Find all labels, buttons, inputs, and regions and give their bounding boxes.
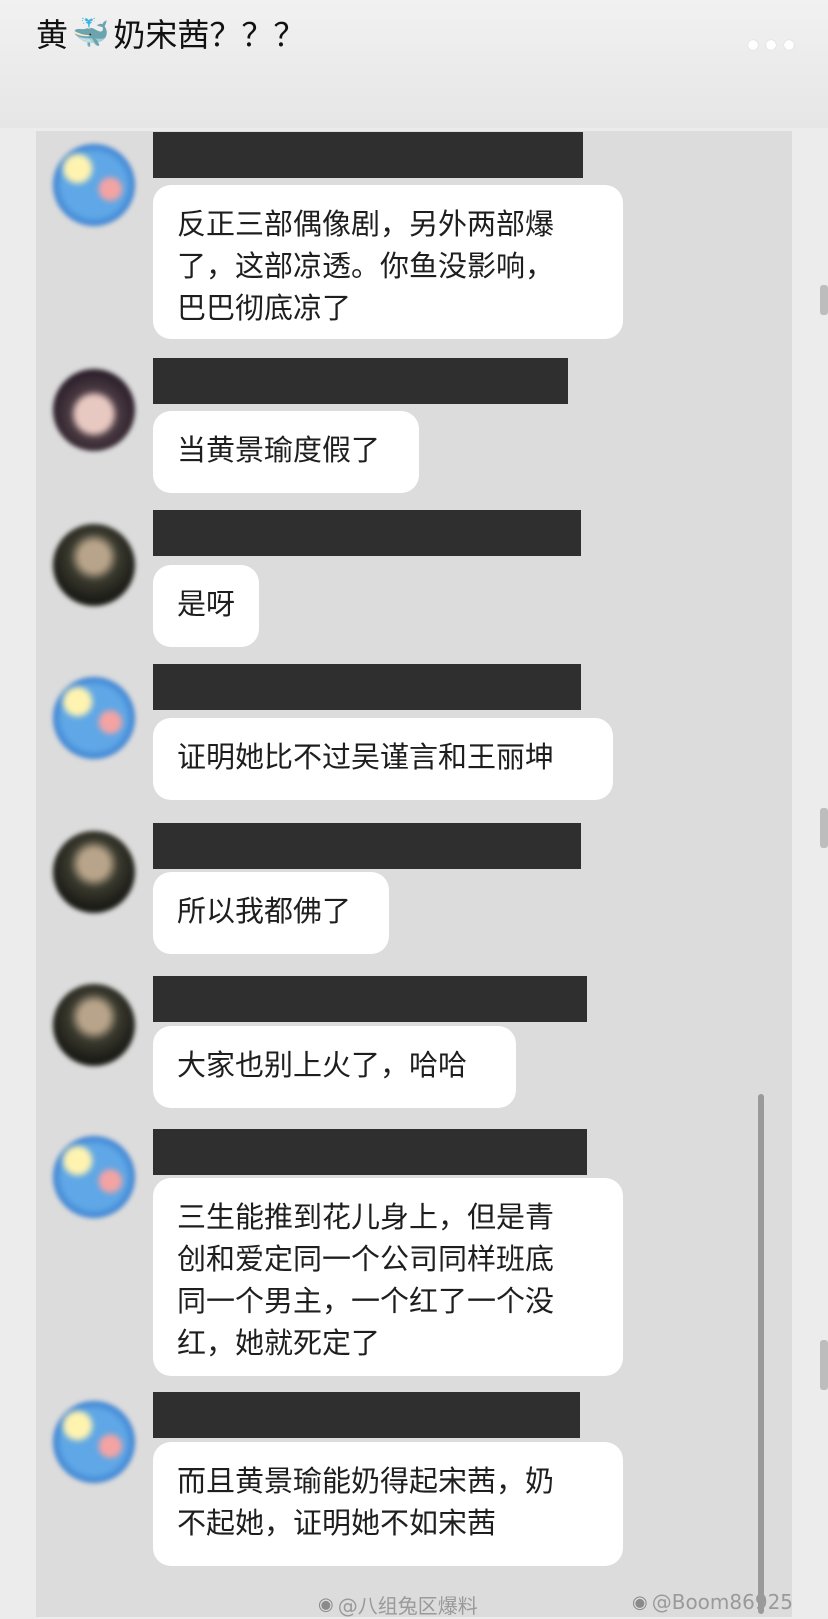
edge-mark (820, 1340, 828, 1390)
watermark-left-text: @八组兔区爆料 (337, 1594, 478, 1618)
message-bubble[interactable]: 所以我都佛了 (153, 872, 389, 954)
title-suffix: 奶宋茜？？？ (113, 16, 306, 54)
user-avatar[interactable] (53, 677, 135, 759)
message-bubble[interactable]: 大家也别上火了，哈哈 (153, 1026, 516, 1108)
whale-icon: 🐳 (72, 15, 110, 51)
user-avatar[interactable] (53, 1401, 135, 1483)
more-options-button[interactable] (748, 40, 794, 50)
more-dot-icon (784, 40, 794, 50)
redacted-name-bar (153, 664, 581, 710)
message-bubble[interactable]: 是呀 (153, 565, 259, 647)
edge-mark (820, 285, 828, 315)
more-dot-icon (766, 40, 776, 50)
user-avatar[interactable] (53, 369, 135, 451)
user-avatar[interactable] (53, 524, 135, 606)
user-avatar[interactable] (53, 144, 135, 226)
weibo-icon: ◉ (318, 1594, 334, 1615)
redacted-name-bar (153, 132, 583, 178)
user-avatar[interactable] (53, 831, 135, 913)
message-bubble[interactable]: 三生能推到花儿身上，但是青 创和爱定同一个公司同样班底 同一个男主，一个红了一个… (153, 1178, 623, 1376)
weibo-icon: ◉ (632, 1591, 648, 1613)
redacted-name-bar (153, 976, 587, 1022)
message-bubble[interactable]: 而且黄景瑜能奶得起宋茜，奶 不起她，证明她不如宋茜 (153, 1442, 623, 1566)
message-bubble[interactable]: 反正三部偶像剧，另外两部爆 了，这部凉透。你鱼没影响， 巴巴彻底凉了 (153, 185, 623, 339)
watermark-left: ◉ @八组兔区爆料 (318, 1590, 478, 1619)
redacted-name-bar (153, 1129, 587, 1175)
user-avatar[interactable] (53, 984, 135, 1066)
redacted-name-bar (153, 358, 568, 404)
watermark-right: ◉ @Boom86925 (632, 1590, 793, 1614)
redacted-name-bar (153, 1392, 580, 1438)
redacted-name-bar (153, 510, 581, 556)
title-prefix: 黄 (36, 16, 69, 54)
watermark-right-text: @Boom86925 (651, 1590, 794, 1614)
user-avatar[interactable] (53, 1136, 135, 1218)
edge-mark (820, 808, 828, 848)
message-bubble[interactable]: 当黄景瑜度假了 (153, 411, 419, 493)
scrollbar-thumb[interactable] (758, 1094, 764, 1614)
chat-screenshot: 反正三部偶像剧，另外两部爆 了，这部凉透。你鱼没影响， 巴巴彻底凉了 当黄景瑜度… (36, 131, 792, 1617)
post-title: 黄 🐳 奶宋茜？？？ (36, 10, 305, 56)
top-bar: 黄 🐳 奶宋茜？？？ (0, 0, 828, 128)
redacted-name-bar (153, 823, 581, 869)
more-dot-icon (748, 40, 758, 50)
message-bubble[interactable]: 证明她比不过吴谨言和王丽坤 (153, 718, 613, 800)
